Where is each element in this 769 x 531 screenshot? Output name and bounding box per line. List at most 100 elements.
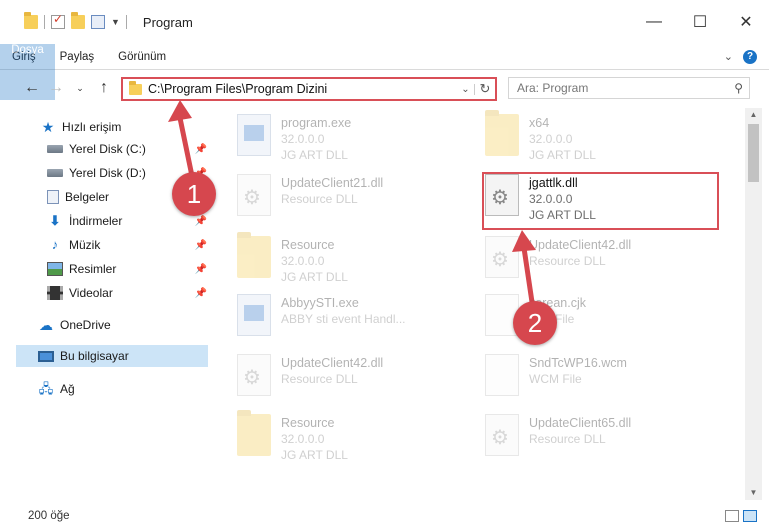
list-item[interactable]: x64 32.0.0.0 JG ART DLL [485, 110, 725, 170]
videos-icon [47, 286, 63, 300]
refresh-icon[interactable]: ↻ [475, 81, 495, 97]
tiles-view-icon[interactable] [743, 509, 757, 522]
details-view-icon[interactable] [725, 509, 739, 522]
sidebar-item-label: İndirmeler [69, 214, 123, 228]
list-item[interactable]: SndTcWP16.wcm WCM File [485, 354, 725, 410]
recent-chevron-icon[interactable]: ⌄ [68, 83, 92, 94]
search-input[interactable]: Ara: Program ⚲ [508, 77, 750, 99]
up-arrow-icon[interactable]: ↑ [92, 79, 116, 97]
separator [125, 15, 127, 29]
title-bar: ▼ Program — ☐ ✕ [0, 0, 769, 44]
list-item[interactable]: UpdateClient65.dll Resource DLL [485, 414, 725, 470]
scroll-thumb[interactable] [748, 124, 759, 182]
folder-icon [485, 110, 519, 156]
file-name: Resource [281, 238, 335, 252]
sidebar-item-disk-c[interactable]: Yerel Disk (C:) 📌 [47, 138, 207, 160]
network-icon: 🖧 [38, 381, 54, 396]
pictures-icon [47, 262, 63, 276]
folder-icon [24, 12, 38, 29]
pin-icon[interactable]: 📌 [195, 288, 207, 299]
file-name: program.exe [281, 116, 352, 130]
list-item[interactable]: UpdateClient42.dll Resource DLL [485, 236, 725, 292]
folder-icon [237, 232, 271, 278]
tab-view[interactable]: Görünüm [106, 44, 178, 69]
highlight-box [482, 172, 719, 230]
vertical-scrollbar[interactable]: ▲ ▼ [745, 108, 762, 500]
chevron-down-icon[interactable]: ▼ [111, 17, 120, 27]
scroll-down-icon[interactable]: ▼ [745, 486, 762, 500]
scroll-up-icon[interactable]: ▲ [745, 108, 762, 122]
pin-icon[interactable]: 📌 [195, 144, 207, 155]
pin-icon[interactable]: 📌 [195, 216, 207, 227]
file-list: program.exe 32.0.0.0 JG ART DLL x64 32.0.0.… [215, 108, 745, 498]
sidebar-item-quick-access[interactable]: ★ Hızlı erişim [40, 116, 122, 138]
list-item[interactable]: UpdateClient21.dll Resource DLL [237, 174, 477, 230]
file-name: SndTcWP16.wcm [529, 356, 627, 370]
dll-file-icon [485, 414, 519, 456]
search-icon[interactable]: ⚲ [734, 81, 743, 95]
window-title: Program [142, 14, 193, 30]
dll-file-icon [237, 354, 271, 396]
item-count: 200 öğe [28, 509, 70, 522]
list-item[interactable]: Resource 32.0.0.0 JG ART DLL [237, 232, 477, 292]
help-icon[interactable]: ? [743, 49, 757, 64]
file-description: JG ART DLL [529, 148, 596, 162]
forward-arrow-icon[interactable]: → [44, 79, 68, 97]
list-item[interactable]: AbbyySTI.exe ABBY sti event Handl... [237, 294, 477, 350]
ribbon-tabs: Dosya Giriş Paylaş Görünüm ⌄ ? [0, 44, 769, 100]
sidebar-item-label: Yerel Disk (C:) [69, 142, 146, 156]
sidebar-item-label: Ağ [60, 382, 75, 396]
downloads-icon: ⬇ [49, 213, 61, 228]
list-item[interactable]: UpdateClient42.dll Resource DLL [237, 354, 477, 410]
cloud-icon: ☁ [39, 317, 53, 333]
address-bar[interactable]: C:\Program Files\Program Dizini ⌄ ↻ [121, 77, 497, 101]
file-name: UpdateClient42.dll [529, 238, 632, 252]
chevron-down-icon[interactable]: ⌄ [457, 83, 475, 95]
file-version: 32.0.0.0 [281, 132, 325, 146]
file-description: Resource DLL [529, 432, 606, 446]
maximize-icon[interactable]: ☐ [677, 0, 723, 44]
list-item[interactable]: Resource 32.0.0.0 JG ART DLL [237, 410, 477, 470]
list-item[interactable]: program.exe 32.0.0.0 JG ART DLL [237, 114, 477, 170]
pin-icon[interactable]: 📌 [195, 264, 207, 275]
file-name: UpdateClient42.dll [281, 356, 384, 370]
close-icon[interactable]: ✕ [723, 0, 769, 44]
sidebar-item-this-pc[interactable]: Bu bilgisayar [16, 345, 208, 367]
sidebar-item-pictures[interactable]: Resimler 📌 [47, 258, 207, 280]
file-description: Resource DLL [281, 192, 358, 206]
folder-icon [237, 410, 271, 456]
pin-icon[interactable]: 📌 [195, 240, 207, 251]
sidebar-item-onedrive[interactable]: ☁ OneDrive [38, 314, 111, 336]
sidebar-item-label: Müzik [69, 238, 101, 252]
quick-access-toolbar: ▼ Program [0, 0, 193, 44]
properties-check-icon[interactable] [51, 12, 65, 29]
dll-file-icon [237, 174, 271, 216]
file-version: 32.0.0.0 [529, 132, 573, 146]
dll-file-icon [485, 236, 519, 278]
status-bar: 200 öğe [0, 500, 769, 531]
file-description: Resource DLL [281, 372, 358, 386]
file-icon [485, 354, 519, 396]
sidebar-item-network[interactable]: 🖧 Ağ [38, 378, 75, 400]
back-arrow-icon[interactable]: ← [20, 79, 44, 97]
new-folder-icon[interactable] [71, 12, 85, 29]
file-description: JG ART DLL [281, 448, 348, 462]
customize-icon[interactable] [91, 15, 105, 29]
disk-icon [47, 145, 63, 153]
sidebar-item-videos[interactable]: Videolar 📌 [47, 282, 207, 304]
minimize-icon[interactable]: — [631, 0, 677, 44]
tab-share[interactable]: Paylaş [48, 44, 107, 69]
callout-badge-1: 1 [172, 172, 216, 216]
sidebar-item-label: Resimler [69, 262, 117, 276]
ribbon-right: ⌄ ? [724, 44, 769, 69]
exe-file-icon [237, 294, 271, 336]
address-path[interactable]: C:\Program Files\Program Dizini [148, 82, 327, 96]
file-description: Resource DLL [529, 254, 606, 268]
file-name: x64 [529, 116, 550, 130]
file-description: WCM File [529, 372, 582, 386]
file-description: ABBY sti event Handl... [281, 312, 406, 326]
sidebar-item-music[interactable]: ♪ Müzik 📌 [47, 234, 207, 256]
file-version: 32.0.0.0 [281, 432, 325, 446]
computer-icon [38, 350, 54, 362]
chevron-down-icon[interactable]: ⌄ [724, 50, 733, 63]
